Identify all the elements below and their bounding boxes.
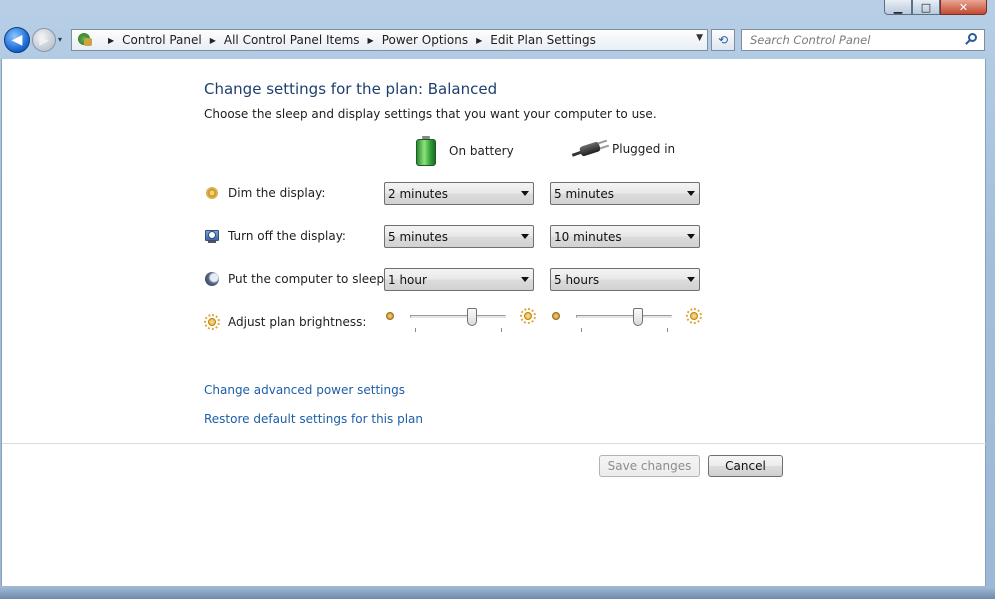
sleep-battery-value: 1 hour [388,272,427,287]
page-title: Change settings for the plan: Balanced [204,80,498,98]
sun-icon [204,314,220,330]
sleep-row: Put the computer to sleep: [204,271,388,287]
close-button[interactable]: ✕ [940,0,987,15]
slider-thumb[interactable] [467,308,478,326]
brightness-label: Adjust plan brightness: [228,315,367,329]
forward-button[interactable]: ▶ [32,28,56,52]
breadcrumb-separator[interactable]: ▶ [100,36,122,45]
slider-tick [415,328,416,332]
plugged-column-header: Plugged in [571,138,676,160]
search-icon[interactable] [965,33,978,47]
navigation-bar: ◀ ▶ ▾ ▶ Control Panel ▶ All Control Panel… [0,25,995,57]
content-pane: Change settings for the plan: Balanced C… [1,59,986,586]
dim-display-plugged-select[interactable]: 5 minutes [550,182,700,205]
sleep-plugged-value: 5 hours [554,272,600,287]
advanced-settings-link[interactable]: Change advanced power settings [204,383,405,397]
battery-column-label: On battery [449,144,514,158]
back-button[interactable]: ◀ [4,27,30,53]
page-subtitle: Choose the sleep and display settings th… [204,107,657,121]
plugged-column-label: Plugged in [612,142,676,156]
caption-buttons: ▁ □ ✕ [884,0,987,15]
battery-column-header: On battery [416,136,514,166]
dim-display-battery-value: 2 minutes [388,186,449,201]
recent-pages-button[interactable]: ▾ [58,35,68,45]
slider-thumb[interactable] [633,308,644,326]
brightness-battery-slider[interactable] [384,307,536,333]
dim-display-plugged-value: 5 minutes [554,186,615,201]
cancel-button[interactable]: Cancel [708,455,783,477]
breadcrumb-separator[interactable]: ▶ [368,36,374,45]
brightness-high-icon [686,308,702,324]
save-changes-button[interactable]: Save changes [599,455,700,477]
chevron-down-icon [687,191,695,196]
maximize-button[interactable]: □ [912,0,940,15]
brightness-low-icon [550,310,562,322]
breadcrumb-all-items[interactable]: All Control Panel Items ▶ [224,33,382,47]
search-input[interactable] [750,33,960,47]
turn-off-display-battery-select[interactable]: 5 minutes [384,225,534,248]
dim-display-battery-select[interactable]: 2 minutes [384,182,534,205]
turn-off-display-battery-value: 5 minutes [388,229,449,244]
refresh-button[interactable]: ⟲ [711,29,735,51]
brightness-low-icon [384,310,396,322]
chevron-down-icon [687,234,695,239]
divider [2,443,986,444]
breadcrumb-edit-plan[interactable]: Edit Plan Settings [490,33,596,47]
brightness-plugged-slider[interactable] [550,307,702,333]
plug-icon [571,138,610,160]
breadcrumb-separator[interactable]: ▶ [476,36,482,45]
dim-display-label: Dim the display: [228,186,326,200]
battery-icon [416,136,436,166]
chevron-down-icon [521,191,529,196]
sleep-battery-select[interactable]: 1 hour [384,268,534,291]
sleep-plugged-select[interactable]: 5 hours [550,268,700,291]
brightness-row: Adjust plan brightness: [204,314,366,330]
slider-track[interactable] [576,315,672,318]
slider-tick [501,328,502,332]
slider-track[interactable] [410,315,506,318]
chevron-down-icon [687,277,695,282]
monitor-clock-icon [204,228,220,244]
address-bar[interactable]: ▶ Control Panel ▶ All Control Panel Items… [71,29,708,51]
sleep-label: Put the computer to sleep: [228,272,389,286]
turn-off-display-plugged-select[interactable]: 10 minutes [550,225,700,248]
control-panel-icon [76,32,94,48]
window: ▁ □ ✕ ◀ ▶ ▾ ▶ Control Panel ▶ All Control… [0,0,995,599]
breadcrumb-control-panel[interactable]: Control Panel ▶ [122,33,224,47]
search-box[interactable] [741,29,985,51]
chevron-down-icon [521,234,529,239]
slider-tick [667,328,668,332]
chevron-down-icon [521,277,529,282]
dim-display-row: Dim the display: [204,185,325,201]
brightness-high-icon [520,308,536,324]
slider-tick [581,328,582,332]
turn-off-display-plugged-value: 10 minutes [554,229,622,244]
turn-off-display-label: Turn off the display: [228,229,346,243]
dim-display-icon [206,187,218,199]
minimize-button[interactable]: ▁ [884,0,912,15]
breadcrumb-separator[interactable]: ▶ [210,36,216,45]
moon-icon [205,272,219,286]
address-dropdown-icon[interactable]: ▼ [696,33,703,43]
turn-off-display-row: Turn off the display: [204,228,346,244]
breadcrumb-power-options[interactable]: Power Options ▶ [382,33,491,47]
restore-defaults-link[interactable]: Restore default settings for this plan [204,412,423,426]
window-frame-bottom [0,587,995,599]
